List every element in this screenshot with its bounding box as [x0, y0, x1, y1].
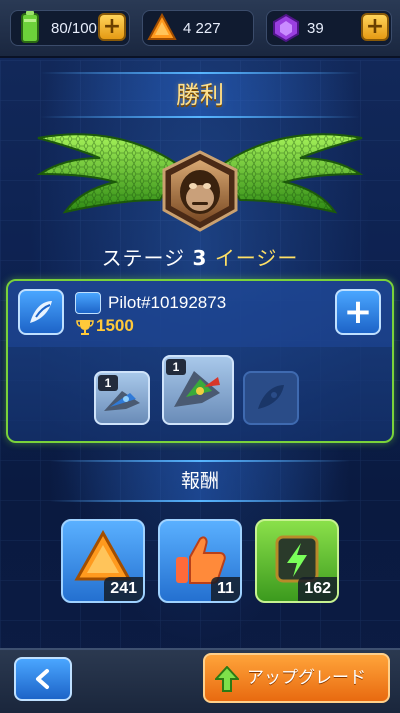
reward-crystals[interactable]: 241: [61, 519, 145, 603]
rank-emblem: [36, 133, 364, 232]
trophy-icon: [76, 320, 94, 335]
victory-title: 勝利: [176, 81, 224, 109]
ship-level-badge: 1: [166, 359, 186, 375]
reward-count: 162: [298, 577, 337, 601]
stage-label: ステージ 3 イージー: [0, 242, 400, 271]
ship-slot-2[interactable]: 1: [162, 355, 234, 425]
crystal-counter: 4 227: [142, 10, 254, 46]
pilot-badge-icon: [75, 292, 101, 314]
left-wing-icon: [36, 133, 182, 214]
gem-icon: [273, 13, 299, 43]
stage-number: 3: [192, 246, 208, 270]
reward-energy[interactable]: 162: [255, 519, 339, 603]
rewards-banner: 報酬: [50, 460, 350, 502]
upgrade-arrow-icon: [215, 666, 239, 692]
rewards-title: 報酬: [180, 470, 219, 492]
gem-value: 39: [307, 19, 324, 37]
reward-likes[interactable]: 11: [158, 519, 242, 603]
crystal-icon: [147, 13, 177, 40]
stage-prefix: ステージ: [101, 246, 186, 270]
empty-ship-icon: [258, 385, 284, 409]
back-arrow-icon: [36, 669, 49, 689]
crystal-value: 4 227: [183, 19, 221, 37]
ship-slot-empty[interactable]: [243, 371, 299, 425]
upgrade-label: アップグレード: [247, 668, 366, 688]
right-wing-icon: [218, 133, 364, 214]
reward-count: 241: [104, 577, 143, 601]
upgrade-button[interactable]: アップグレード: [203, 653, 390, 703]
battery-icon: [21, 11, 39, 43]
ship-slot-1[interactable]: 1: [94, 371, 150, 425]
victory-banner: 勝利: [40, 72, 360, 118]
add-pilot-button[interactable]: +: [335, 289, 381, 335]
reward-count: 11: [211, 577, 240, 601]
ship-level-badge: 1: [98, 375, 118, 391]
trophy-count: 1500: [96, 316, 134, 335]
pilot-avatar[interactable]: [18, 289, 64, 335]
add-energy-button[interactable]: +: [98, 13, 126, 41]
back-button[interactable]: [14, 657, 72, 701]
energy-value: 80/100: [51, 19, 97, 37]
resource-bar: 80/100 + 4 227 39 +: [0, 0, 400, 58]
stage-difficulty: イージー: [214, 246, 299, 270]
pilot-name: Pilot#10192873: [108, 293, 227, 312]
add-gems-button[interactable]: +: [361, 13, 389, 41]
ape-badge-icon: [162, 150, 238, 232]
pilot-avatar-icon: [30, 301, 52, 323]
pilot-header: Pilot#10192873 1500 +: [8, 281, 392, 347]
